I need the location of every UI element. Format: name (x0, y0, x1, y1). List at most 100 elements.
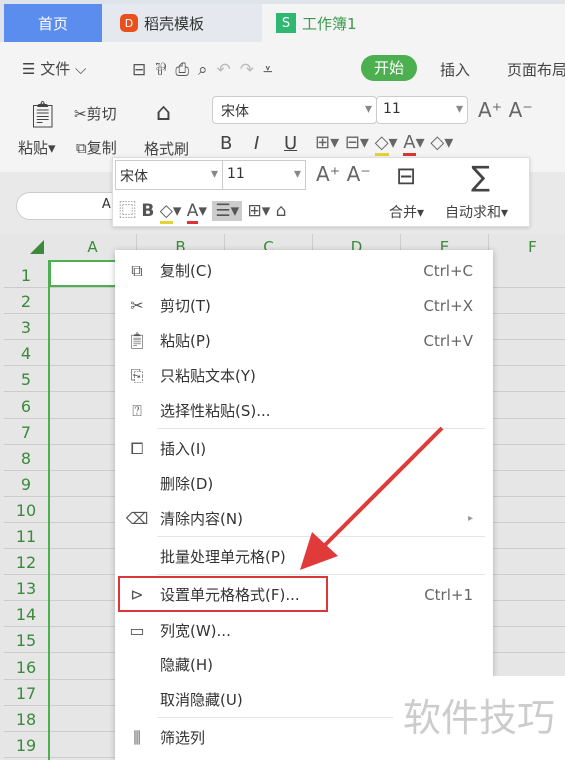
border-fill-color-icons[interactable]: ⊞▾ ⊟▾ ◇▾ A▾ ◇▾ (315, 132, 453, 156)
row-header[interactable]: 1 (4, 262, 48, 288)
row-header[interactable]: 19 (4, 732, 48, 758)
row-header[interactable]: 4 (4, 340, 48, 367)
row-header[interactable]: 17 (4, 680, 48, 706)
row-header[interactable]: 5 (4, 366, 48, 393)
scissors-icon: ✂ (130, 296, 144, 315)
menu-item[interactable]: ✂ 剪切(T) Ctrl+X (115, 288, 493, 323)
column-header[interactable]: F (489, 234, 565, 260)
row-header[interactable]: 9 (4, 471, 48, 497)
copy-button[interactable]: ⧉复制 (76, 137, 117, 158)
name-box[interactable]: A1 (16, 192, 126, 220)
autosum-button[interactable]: 自动求和▾ (445, 202, 508, 222)
menu-item[interactable]: ▭ 列宽(W)... (115, 613, 493, 648)
copy-icon: ⧉ (131, 260, 143, 280)
insert-icon: ⧠ (130, 438, 144, 458)
menu-item-label: 取消隐藏(U) (160, 691, 243, 709)
filter-column-icon: ⫼ (133, 727, 141, 747)
row-header[interactable]: 18 (4, 706, 48, 732)
menu-item-label: 剪切(T) (160, 297, 211, 315)
menu-item-label: 插入(I) (160, 440, 207, 458)
paste-label: 粘贴 (18, 139, 49, 157)
tab-label: 工作簿1 (302, 14, 357, 33)
tab-label: 首页 (37, 14, 68, 33)
row-header[interactable]: 13 (4, 575, 48, 602)
menu-item[interactable]: ⎘ 只粘贴文本(Y) (115, 358, 493, 393)
mini-format-icons[interactable]: ⿴ B ◇▾ A▾ ☰▾ ⊞▾ ⌂ (119, 196, 287, 224)
menu-item-label: 只粘贴文本(Y) (160, 367, 256, 385)
tab-page-layout[interactable]: 页面布局 (507, 59, 565, 80)
font-size-select[interactable]: 11 ▾ (376, 96, 468, 124)
file-menu[interactable]: ☰ 文件 ⌵ (22, 58, 86, 79)
font-select[interactable]: 宋体 ▾ (212, 96, 377, 124)
mini-font-select[interactable]: 宋体 ▾ (115, 160, 223, 190)
row-header[interactable]: 3 (4, 314, 48, 341)
row-header[interactable]: 11 (4, 523, 48, 549)
quick-access-icons[interactable]: ⊟⅌⎙⌕↶↷⩡ (132, 57, 282, 80)
row-header[interactable]: 14 (4, 601, 48, 628)
menu-item-label: 选择性粘贴(S)... (160, 402, 271, 420)
underline-button[interactable]: U (284, 133, 297, 154)
paste-button[interactable]: 粘贴▾ (18, 137, 56, 158)
mini-font-value: 宋体 (120, 169, 148, 185)
italic-button[interactable]: I (254, 133, 259, 154)
paste-icon[interactable]: 📋︎ (26, 100, 59, 130)
tab-workbook[interactable]: S 工作簿1 (262, 4, 565, 42)
mini-bold: B (141, 201, 155, 221)
submenu-arrow-icon: ▸ (467, 513, 473, 524)
paste-icon: 📋︎ (126, 331, 148, 350)
menu-item-label: 隐藏(H) (160, 656, 213, 674)
copy-icon: ⧉ (76, 139, 87, 157)
merge-button[interactable]: 合并▾ (389, 202, 424, 222)
format-painter-button[interactable]: 格式刷 (144, 138, 189, 159)
row-header[interactable]: 6 (4, 393, 48, 419)
scissors-icon: ✂ (74, 105, 87, 123)
row-header[interactable]: 8 (4, 445, 48, 471)
row-header[interactable]: 16 (4, 654, 48, 680)
mini-size-value: 11 (227, 166, 245, 182)
docer-logo-icon: D (120, 14, 138, 32)
file-label: 文件 (40, 60, 71, 78)
merge-label: 合并 (389, 205, 417, 221)
spreadsheet-logo-icon: S (276, 13, 296, 33)
column-width-icon: ▭ (129, 621, 145, 640)
mini-font-grow-shrink-icons[interactable]: A⁺ A⁻ (316, 162, 371, 186)
tab-docer[interactable]: D 稻壳模板 (102, 4, 262, 42)
autosum-label: 自动求和 (445, 205, 501, 221)
font-grow-shrink-icons[interactable]: A⁺ A⁻ (478, 98, 533, 122)
cut-label: 剪切 (86, 105, 117, 123)
menu-item[interactable]: 📋︎ 粘贴(P) Ctrl+V (115, 323, 493, 358)
row-header[interactable]: 12 (4, 549, 48, 576)
highlight-box (118, 576, 328, 612)
menu-item-label: 复制(C) (160, 262, 213, 280)
menu-item-label: 粘贴(P) (160, 332, 211, 350)
font-value: 宋体 (221, 104, 249, 120)
tab-start[interactable]: 开始 (361, 55, 417, 81)
size-value: 11 (383, 101, 401, 117)
paste-text-icon: ⎘ (130, 365, 144, 385)
watermark: 软件技巧 (393, 676, 565, 760)
mini-toolbar: 宋体 ▾ 11 ▾ A⁺ A⁻ ⿴ B ◇▾ A▾ ☰▾ ⊞▾ ⌂ ⊟ 合并▾ ∑ … (112, 157, 530, 227)
paste-special-icon: ⍰ (132, 400, 142, 420)
menu-item[interactable]: ⧉ 复制(C) Ctrl+C (115, 253, 493, 288)
tab-insert[interactable]: 插入 (440, 59, 470, 80)
menu-item-shortcut: Ctrl+X (423, 296, 473, 315)
menu-item-label: 删除(D) (160, 475, 214, 493)
menu-item-shortcut: Ctrl+C (423, 261, 473, 280)
row-header[interactable]: 10 (4, 497, 48, 523)
row-header[interactable]: 15 (4, 627, 48, 654)
copy-label: 复制 (86, 139, 117, 157)
eraser-icon: ⌫ (125, 509, 149, 528)
select-all-corner[interactable] (30, 240, 44, 254)
row-header[interactable]: 7 (4, 419, 48, 445)
menu-item-label: 筛选列 (160, 729, 206, 747)
tab-label: 稻壳模板 (144, 14, 205, 33)
cut-button[interactable]: ✂剪切 (74, 103, 117, 124)
format-painter-icon[interactable]: ⌂ (156, 98, 171, 126)
sum-icon[interactable]: ∑ (471, 160, 490, 193)
tab-home[interactable]: 首页 (4, 4, 102, 42)
bold-button[interactable]: B (220, 133, 232, 154)
merge-icon[interactable]: ⊟ (396, 162, 416, 190)
mini-size-select[interactable]: 11 ▾ (222, 160, 306, 190)
row-header[interactable]: 2 (4, 288, 48, 315)
start-label: 开始 (373, 59, 404, 77)
